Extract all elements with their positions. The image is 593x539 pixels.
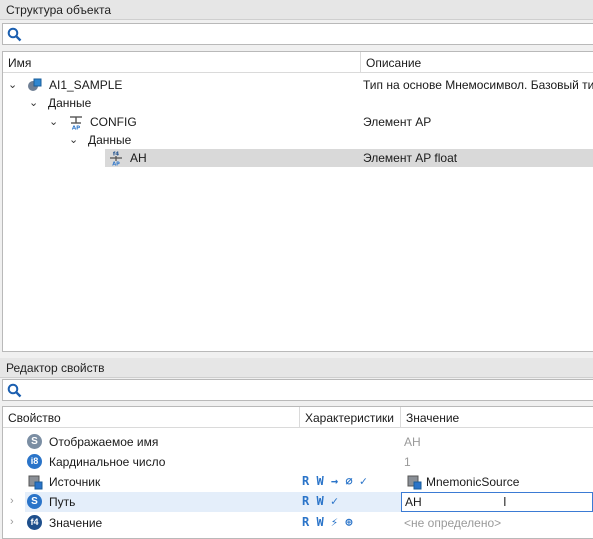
characteristics-flags: R W → ∅ ✓ xyxy=(302,474,368,488)
string-type-icon: S xyxy=(27,434,42,449)
chevron-down-icon[interactable]: ⌄ xyxy=(49,115,58,128)
characteristics-flags: R W ⚡ ⊕ xyxy=(302,515,353,529)
chevron-right-icon[interactable]: › xyxy=(10,495,14,507)
path-value-input[interactable]: AH I xyxy=(401,492,593,512)
source-object-icon xyxy=(27,474,43,493)
column-description-header[interactable]: Описание xyxy=(361,52,593,73)
property-panel-title: Редактор свойств xyxy=(0,358,593,378)
structure-panel-title: Структура объекта xyxy=(0,0,593,20)
chevron-right-icon[interactable]: › xyxy=(10,516,14,528)
text-cursor-icon: I xyxy=(503,494,507,509)
characteristics-flags: R W ✓ xyxy=(302,494,339,508)
property-row-cardinality[interactable]: i8 Кардинальное число 1 xyxy=(3,452,593,472)
tree-row-ai1-sample[interactable]: ⌄ AI1_SAMPLE Тип на основе Мнемосимвол. … xyxy=(3,76,593,94)
tree-row-data[interactable]: ⌄ Данные xyxy=(3,94,593,112)
object-structure-tree: Имя Описание ⌄ AI1_SAMPLE Тип на основе … xyxy=(2,51,593,352)
search-icon xyxy=(7,27,22,42)
property-grid: Свойство Характеристики Значение S Отобр… xyxy=(2,406,593,539)
column-value-header[interactable]: Значение xyxy=(401,407,593,428)
f4-ap-icon: f4 AP xyxy=(108,150,124,169)
property-search-input[interactable] xyxy=(2,379,593,401)
tree-row-ah[interactable]: f4 AP AH Элемент AP float xyxy=(105,149,593,169)
chevron-down-icon[interactable]: ⌄ xyxy=(8,78,17,91)
tree-row-data-nested[interactable]: ⌄ Данные xyxy=(3,131,593,149)
int8-type-icon: i8 xyxy=(27,454,42,469)
property-row-display-name[interactable]: S Отображаемое имя AH xyxy=(3,432,593,452)
property-row-value[interactable]: › f4 Значение R W ⚡ ⊕ <не определено> xyxy=(3,513,593,533)
svg-text:AP: AP xyxy=(112,162,120,167)
tree-row-config[interactable]: ⌄ AP CONFIG Элемент AP xyxy=(3,113,593,132)
column-property-header[interactable]: Свойство xyxy=(3,407,299,428)
property-row-path[interactable]: › S Путь R W ✓ AH I xyxy=(3,492,593,512)
string-type-icon: S xyxy=(27,494,42,509)
chevron-down-icon[interactable]: ⌄ xyxy=(29,96,38,109)
column-name-header[interactable]: Имя xyxy=(3,52,360,73)
mnemonic-source-icon xyxy=(406,474,422,493)
float4-type-icon: f4 xyxy=(27,515,42,530)
svg-text:AP: AP xyxy=(72,126,80,131)
structure-search-input[interactable] xyxy=(2,23,593,45)
chevron-down-icon[interactable]: ⌄ xyxy=(69,133,78,146)
property-row-source[interactable]: Источник R W → ∅ ✓ MnemonicSource xyxy=(3,472,593,492)
search-icon xyxy=(7,383,22,398)
column-characteristics-header[interactable]: Характеристики xyxy=(300,407,400,428)
